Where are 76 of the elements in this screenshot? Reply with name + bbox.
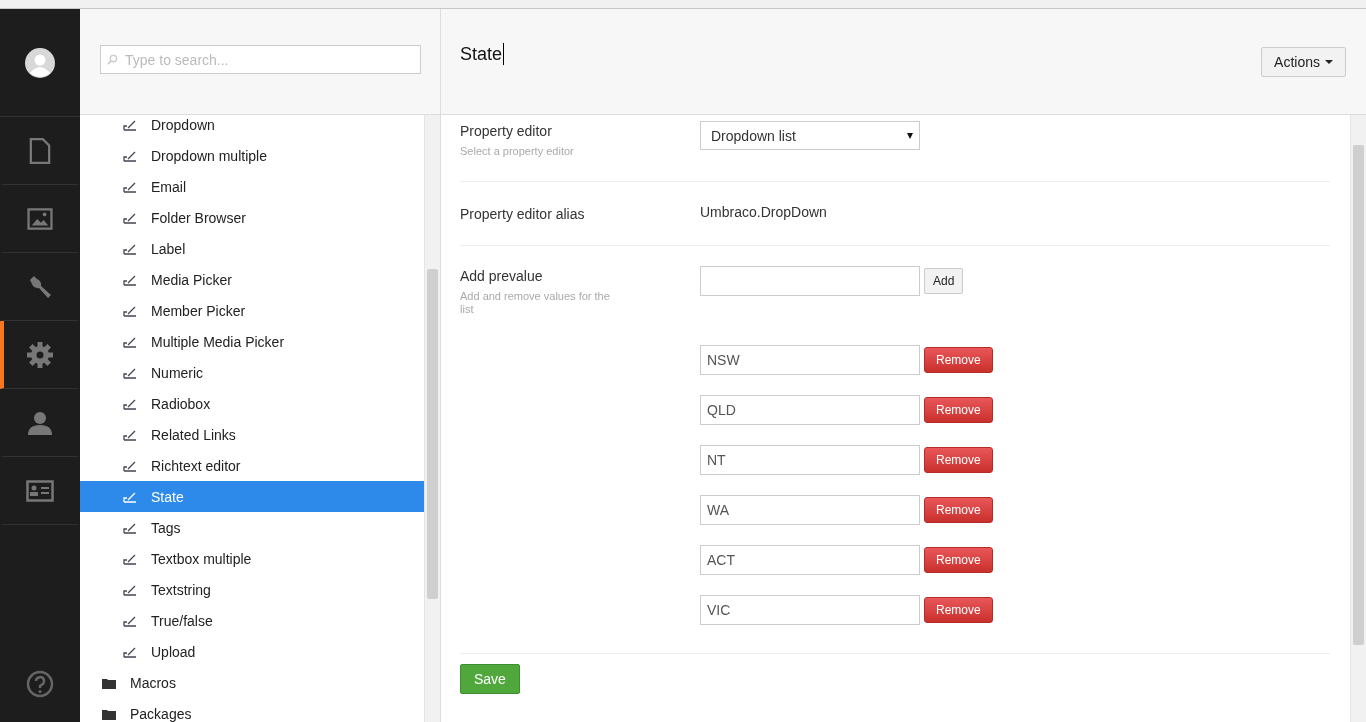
pencil-icon <box>123 335 137 348</box>
person-icon <box>27 409 53 436</box>
pencil-icon <box>123 428 137 441</box>
tree-item[interactable]: Tags <box>80 512 424 543</box>
tree-item[interactable]: Dropdown <box>80 115 424 140</box>
pencil-icon <box>123 552 137 565</box>
folder-icon <box>102 676 116 689</box>
pencil-icon <box>123 521 137 534</box>
id-card-icon <box>26 479 54 502</box>
tree-item[interactable]: Upload <box>80 636 424 667</box>
remove-button[interactable]: Remove <box>924 347 993 373</box>
pencil-icon <box>123 614 137 627</box>
remove-button[interactable]: Remove <box>924 447 993 473</box>
tree-item[interactable]: Email <box>80 171 424 202</box>
tree-item[interactable]: Multiple Media Picker <box>80 326 424 357</box>
pencil-icon <box>123 366 137 379</box>
pencil-icon <box>123 583 137 596</box>
pencil-icon <box>123 211 137 224</box>
tree-item[interactable]: Textstring <box>80 574 424 605</box>
alias-value: Umbraco.DropDown <box>700 203 827 220</box>
tree-item[interactable]: State <box>80 481 424 512</box>
tree-item[interactable]: Numeric <box>80 357 424 388</box>
tree-item[interactable]: Richtext editor <box>80 450 424 481</box>
tree-item[interactable]: Related Links <box>80 419 424 450</box>
prevalue-input[interactable]: NT <box>700 445 920 475</box>
tree-item[interactable]: Radiobox <box>80 388 424 419</box>
tree-item[interactable]: Packages <box>80 698 424 722</box>
remove-button[interactable]: Remove <box>924 597 993 623</box>
scrollbar[interactable] <box>424 115 440 722</box>
pencil-icon <box>123 645 137 658</box>
field-label: Property editor <box>460 122 553 139</box>
pencil-icon <box>123 180 137 193</box>
actions-button[interactable]: Actions <box>1261 47 1346 77</box>
field-hint: Add and remove values for the list <box>460 290 610 316</box>
tree-item[interactable]: Folder Browser <box>80 202 424 233</box>
tree-item[interactable]: True/false <box>80 605 424 636</box>
pencil-icon <box>123 242 137 255</box>
pencil-icon <box>123 304 137 317</box>
scrollbar[interactable] <box>1350 115 1366 722</box>
document-icon <box>29 137 51 164</box>
pencil-icon <box>123 149 137 162</box>
prevalue-input[interactable]: VIC <box>700 595 920 625</box>
remove-button[interactable]: Remove <box>924 397 993 423</box>
prevalue-input[interactable]: NSW <box>700 345 920 375</box>
caret-icon <box>1325 60 1333 64</box>
wrench-icon <box>27 273 53 300</box>
remove-button[interactable]: Remove <box>924 547 993 573</box>
name-field[interactable]: State <box>460 43 505 65</box>
field-label: Add prevalue <box>460 267 544 284</box>
tree-item[interactable]: Macros <box>80 667 424 698</box>
pencil-icon <box>123 118 137 131</box>
image-icon <box>27 207 53 230</box>
prevalue-input[interactable]: WA <box>700 495 920 525</box>
prevalue-input[interactable] <box>700 266 920 296</box>
remove-button[interactable]: Remove <box>924 497 993 523</box>
add-button[interactable]: Add <box>924 268 964 294</box>
tree-item[interactable]: Media Picker <box>80 264 424 295</box>
field-hint: Select a property editor <box>460 145 575 158</box>
pencil-icon <box>123 490 137 503</box>
tree-item[interactable]: Label <box>80 233 424 264</box>
pencil-icon <box>123 397 137 410</box>
gear-icon <box>27 341 53 368</box>
search-field[interactable]: Type to search... <box>100 45 421 74</box>
field-label: Property editor alias <box>460 205 586 222</box>
property-editor-dropdown[interactable]: Dropdown list <box>700 121 920 150</box>
pencil-icon <box>123 459 137 472</box>
search-icon <box>107 54 118 65</box>
avatar-icon[interactable] <box>25 47 55 78</box>
tree-item[interactable]: Member Picker <box>80 295 424 326</box>
pencil-icon <box>123 273 137 286</box>
tree-item[interactable]: Textbox multiple <box>80 543 424 574</box>
tree-item[interactable]: Dropdown multiple <box>80 140 424 171</box>
prevalue-input[interactable]: QLD <box>700 395 920 425</box>
help-icon[interactable] <box>26 670 54 698</box>
prevalue-input[interactable]: ACT <box>700 545 920 575</box>
folder-icon <box>102 707 116 720</box>
